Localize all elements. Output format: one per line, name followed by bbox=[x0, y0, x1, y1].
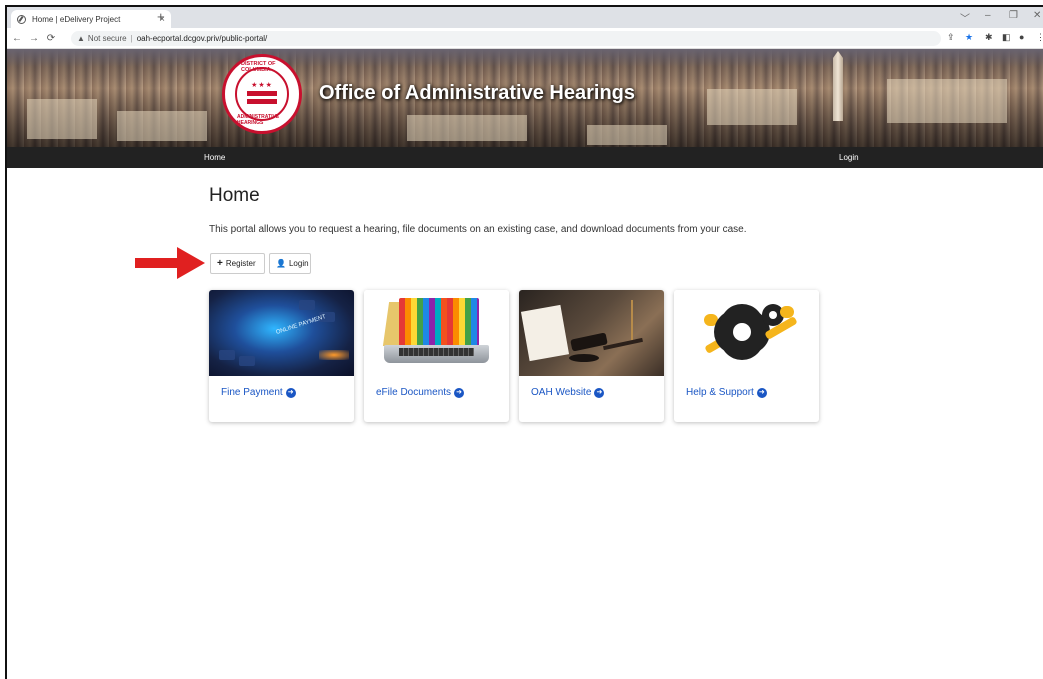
washington-monument bbox=[833, 51, 843, 121]
tab-title: Home | eDelivery Project bbox=[32, 14, 121, 24]
seal-bottom-text: ADMINISTRATIVE HEARINGS bbox=[237, 114, 280, 126]
forward-icon[interactable]: → bbox=[27, 33, 41, 44]
dc-flag-icon: ★★★ bbox=[247, 81, 277, 107]
arrow-circle-right-icon: ➜ bbox=[285, 387, 296, 398]
arrow-circle-right-icon: ➜ bbox=[594, 387, 605, 398]
banner-building bbox=[407, 115, 527, 141]
user-icon: 👤 bbox=[276, 259, 286, 268]
card-link[interactable]: Fine Payment ➜ bbox=[221, 387, 296, 398]
url-text[interactable]: oah-ecportal.dcgov.priv/public-portal/ bbox=[137, 34, 268, 43]
scale-shape bbox=[631, 300, 651, 340]
card-link[interactable]: eFile Documents ➜ bbox=[376, 387, 465, 398]
card-fine-payment[interactable]: ONLINE PAYMENT Fine Payment ➜ bbox=[209, 290, 354, 422]
back-icon[interactable]: ← bbox=[10, 33, 24, 44]
banner-building bbox=[117, 111, 207, 141]
card-label: Help & Support bbox=[686, 387, 754, 398]
card-label: Fine Payment bbox=[221, 387, 283, 398]
gavel-image bbox=[519, 290, 664, 376]
card-label: OAH Website bbox=[531, 387, 592, 398]
banner-building bbox=[887, 79, 1007, 123]
laptop-keyboard bbox=[399, 348, 474, 356]
arrow-circle-right-icon: ➜ bbox=[756, 387, 767, 398]
keyboard-key bbox=[219, 350, 235, 360]
minimize-icon[interactable]: – bbox=[985, 10, 991, 21]
top-navbar: Home Login bbox=[7, 147, 1043, 168]
login-button[interactable]: 👤 Login bbox=[269, 253, 311, 274]
reload-icon[interactable]: ⟳ bbox=[44, 33, 58, 44]
not-secure-label[interactable]: Not secure bbox=[88, 34, 127, 43]
site-title: Office of Administrative Hearings bbox=[319, 82, 635, 104]
online-payment-image: ONLINE PAYMENT bbox=[209, 290, 354, 376]
card-link[interactable]: OAH Website ➜ bbox=[531, 387, 605, 398]
login-label: Login bbox=[288, 259, 309, 268]
new-tab-button[interactable]: + bbox=[157, 10, 165, 24]
flag-bar bbox=[247, 99, 277, 104]
profile-icon[interactable]: ● bbox=[1019, 32, 1024, 42]
plus-icon: + bbox=[217, 258, 223, 269]
register-button[interactable]: + Register bbox=[210, 253, 265, 274]
gavel-base bbox=[569, 354, 599, 362]
flag-bar bbox=[247, 91, 277, 96]
efile-documents-image bbox=[364, 290, 509, 376]
key-glow bbox=[319, 350, 349, 360]
browser-tab[interactable]: Home | eDelivery Project × bbox=[11, 10, 171, 28]
bookmark-star-icon[interactable]: ★ bbox=[965, 32, 973, 43]
wrench-shape bbox=[780, 306, 794, 318]
gears-wrench-image bbox=[674, 290, 819, 376]
register-label: Register bbox=[225, 259, 256, 268]
menu-icon[interactable]: ⋮ bbox=[1036, 32, 1043, 43]
gear-shape bbox=[718, 308, 766, 356]
dc-oah-seal-logo: DISTRICT OF COLUMBIA ★★★ ADMINISTRATIVE … bbox=[222, 54, 302, 134]
extensions-icon[interactable]: ✱ bbox=[985, 32, 993, 43]
close-window-icon[interactable]: ✕ bbox=[1033, 10, 1041, 21]
address-bar: ← → ⟳ ▲ Not secure | oah-ecportal.dcgov.… bbox=[7, 28, 1043, 49]
nav-home-link[interactable]: Home bbox=[204, 153, 225, 162]
online-payment-key-text: ONLINE PAYMENT bbox=[275, 314, 327, 336]
side-panel-icon[interactable]: ◧ bbox=[1002, 32, 1011, 43]
tab-search-icon[interactable]: ﹀ bbox=[960, 10, 970, 25]
restore-icon[interactable]: ❐ bbox=[1009, 10, 1018, 21]
paper-shape bbox=[520, 304, 570, 362]
page-title: Home bbox=[209, 185, 260, 206]
seal-top-text: DISTRICT OF COLUMBIA bbox=[241, 61, 276, 73]
binders-shape bbox=[399, 298, 479, 348]
annotation-arrow bbox=[135, 247, 205, 279]
keyboard-key bbox=[239, 356, 255, 366]
card-label: eFile Documents bbox=[376, 387, 452, 398]
keyboard-key bbox=[299, 300, 315, 310]
seal-inner-ring: ★★★ bbox=[235, 67, 289, 121]
banner-sky bbox=[7, 49, 1043, 67]
wrench-shape bbox=[704, 314, 718, 326]
banner-building bbox=[707, 89, 797, 125]
tab-strip: Home | eDelivery Project × + ﹀ – ❐ ✕ bbox=[7, 7, 1043, 28]
card-efile-documents[interactable]: eFile Documents ➜ bbox=[364, 290, 509, 422]
card-oah-website[interactable]: OAH Website ➜ bbox=[519, 290, 664, 422]
flag-stars: ★★★ bbox=[251, 82, 273, 89]
nav-login-link[interactable]: Login bbox=[839, 153, 859, 162]
intro-text: This portal allows you to request a hear… bbox=[209, 224, 747, 235]
url-input[interactable]: ▲ Not secure | oah-ecportal.dcgov.priv/p… bbox=[71, 31, 941, 46]
share-icon[interactable]: ⇪ bbox=[947, 32, 955, 43]
gavel-head bbox=[570, 332, 608, 352]
card-link[interactable]: Help & Support ➜ bbox=[686, 387, 767, 398]
header-banner: DISTRICT OF COLUMBIA ★★★ ADMINISTRATIVE … bbox=[7, 49, 1043, 147]
arrow-circle-right-icon: ➜ bbox=[454, 387, 465, 398]
globe-icon bbox=[17, 14, 26, 24]
card-help-support[interactable]: Help & Support ➜ bbox=[674, 290, 819, 422]
gavel-handle bbox=[603, 337, 643, 351]
separator: | bbox=[130, 34, 133, 43]
warning-icon[interactable]: ▲ bbox=[77, 34, 85, 43]
banner-building bbox=[27, 99, 97, 139]
banner-building bbox=[587, 125, 667, 145]
browser-window: Home | eDelivery Project × + ﹀ – ❐ ✕ ← →… bbox=[5, 5, 1043, 679]
